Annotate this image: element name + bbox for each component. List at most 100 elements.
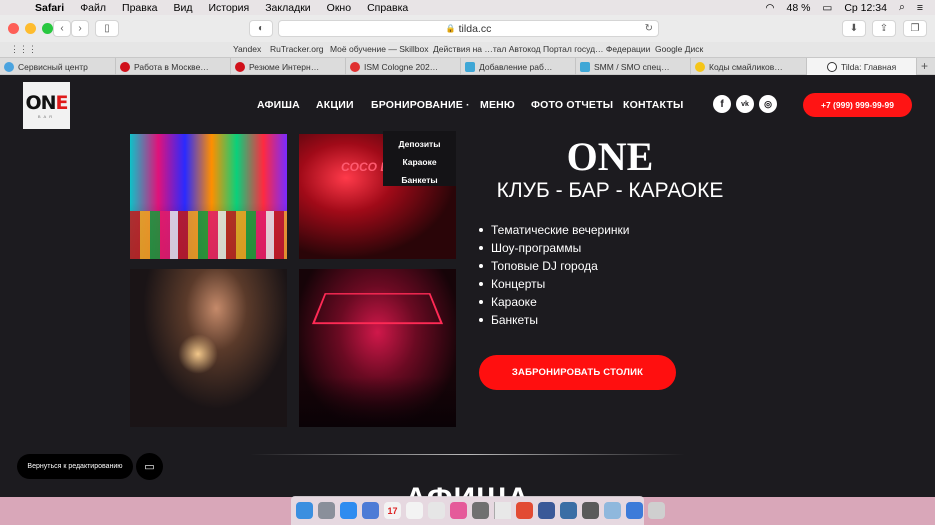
favorite-gosuslugi[interactable]: Портал госуд… Федерации: [543, 44, 650, 54]
privacy-shield-icon[interactable]: ◐: [249, 20, 273, 37]
battery-icon[interactable]: ▭: [822, 2, 832, 14]
bottles-shelf: [130, 211, 287, 259]
browser-toolbar: ‹ › ▯ ◐ 🔒 tilda.cc ↻ ⬇ ⇪ ❐: [0, 15, 935, 42]
tabs-overview-icon[interactable]: ❐: [903, 20, 927, 37]
menu-view[interactable]: Вид: [173, 2, 192, 14]
mail-icon[interactable]: [362, 502, 379, 519]
tab-ism-cologne[interactable]: ISM Cologne 202…: [346, 58, 461, 75]
menu-safari[interactable]: Safari: [35, 2, 64, 14]
vk-icon[interactable]: vk: [736, 95, 754, 113]
safari-icon[interactable]: [340, 502, 357, 519]
search-icon[interactable]: ⌕: [899, 1, 905, 14]
app-icon[interactable]: [538, 502, 555, 519]
menu-icon[interactable]: ≡: [917, 2, 923, 14]
dropdown-banquets[interactable]: Банкеты: [383, 175, 456, 185]
reload-icon[interactable]: ↻: [645, 23, 653, 34]
tab-label: Резюме Интерн…: [249, 61, 320, 72]
clock[interactable]: Ср 12:34: [844, 2, 887, 14]
reminders-icon[interactable]: [428, 502, 445, 519]
facebook-icon[interactable]: f: [713, 95, 731, 113]
new-tab-icon[interactable]: +: [921, 59, 928, 73]
finder-icon[interactable]: [296, 502, 313, 519]
logo-text: ONE: [25, 92, 69, 114]
tab-service-center[interactable]: Сервисный центр: [0, 58, 116, 75]
phone-button[interactable]: +7 (999) 999-99-99: [803, 93, 912, 117]
feature-item: Банкеты: [477, 311, 629, 329]
trash-icon[interactable]: [648, 502, 665, 519]
dropdown-karaoke[interactable]: Караоке: [383, 157, 456, 167]
window-controls: [8, 23, 59, 34]
nav-booking[interactable]: БРОНИРОВАНИЕ ·: [371, 99, 470, 111]
dock-separator: [494, 502, 511, 519]
preview-icon[interactable]: [560, 502, 577, 519]
tab-add-work[interactable]: Добавление раб…: [461, 58, 576, 75]
system-preferences-icon[interactable]: [472, 502, 489, 519]
tab-favicon: [465, 61, 475, 72]
address-bar[interactable]: 🔒 tilda.cc ↻: [278, 20, 659, 37]
menu-bookmarks[interactable]: Закладки: [265, 2, 310, 14]
tab-resume[interactable]: Резюме Интерн…: [231, 58, 346, 75]
documents-stack-icon[interactable]: [626, 502, 643, 519]
share-icon[interactable]: ⇪: [872, 20, 896, 37]
tab-favicon: [120, 61, 130, 72]
dropdown-deposits[interactable]: Депозиты: [383, 139, 456, 149]
launchpad-icon[interactable]: [318, 502, 335, 519]
nav-afisha[interactable]: АФИША: [257, 99, 300, 111]
apps-grid-icon[interactable]: ⋮⋮⋮: [10, 44, 37, 55]
zoom-window-button[interactable]: [42, 23, 53, 34]
favorites-bar: ⋮⋮⋮ Yandex RuTracker.org Моё обучение — …: [0, 42, 935, 57]
feature-item: Тематические вечеринки: [477, 221, 629, 239]
menu-history[interactable]: История: [208, 2, 249, 14]
tab-favicon: [695, 61, 705, 72]
nav-akcii[interactable]: АКЦИИ: [316, 99, 354, 111]
tab-tilda-home[interactable]: Tilda: Главная: [807, 58, 917, 75]
nav-photo-reports[interactable]: ФОТО ОТЧЕТЫ: [531, 99, 613, 111]
favorite-yandex[interactable]: Yandex: [233, 44, 261, 54]
downloads-stack-icon[interactable]: [604, 502, 621, 519]
favorite-google-disk[interactable]: Google Диск: [655, 44, 703, 54]
photos-icon[interactable]: [450, 502, 467, 519]
safari-window: ‹ › ▯ ◐ 🔒 tilda.cc ↻ ⬇ ⇪ ❐ ⋮⋮⋮ Yandex Ru…: [0, 15, 935, 497]
menu-edit[interactable]: Правка: [122, 2, 157, 14]
photo-party-guests: [130, 269, 287, 427]
chrome-icon[interactable]: [516, 502, 533, 519]
nav-contacts[interactable]: КОНТАКТЫ: [623, 99, 683, 111]
favorite-avtokod[interactable]: Действия на …тал Автокод: [433, 44, 541, 54]
notes-icon[interactable]: [406, 502, 423, 519]
book-table-button[interactable]: ЗАБРОНИРОВАТЬ СТОЛИК: [479, 355, 676, 390]
nav-menu[interactable]: МЕНЮ: [480, 99, 515, 111]
menu-file[interactable]: Файл: [80, 2, 106, 14]
menu-window[interactable]: Окно: [327, 2, 351, 14]
utility-icon[interactable]: [582, 502, 599, 519]
tab-favicon: [827, 61, 837, 72]
close-window-button[interactable]: [8, 23, 19, 34]
instagram-icon[interactable]: ◎: [759, 95, 777, 113]
favorite-skillbox[interactable]: Моё обучение — Skillbox: [330, 44, 429, 54]
drink-glow: [178, 334, 218, 374]
lock-icon: 🔒: [445, 24, 456, 33]
forward-button[interactable]: ›: [71, 20, 89, 37]
photo-club-hall: [299, 269, 456, 427]
tab-smileys[interactable]: Коды смайликов…: [691, 58, 807, 75]
logo-subtext: BAR: [37, 114, 56, 119]
calendar-icon[interactable]: 17: [384, 502, 401, 519]
tab-work-moscow[interactable]: Работа в Москве…: [116, 58, 231, 75]
monitor-icon[interactable]: ▭: [136, 453, 163, 480]
menu-help[interactable]: Справка: [367, 2, 408, 14]
features-list: Тематические вечеринки Шоу-программы Топ…: [477, 221, 629, 329]
feature-item: Шоу-программы: [477, 239, 629, 257]
downloads-icon[interactable]: ⬇: [842, 20, 866, 37]
wifi-icon[interactable]: ◠: [765, 2, 774, 14]
booking-dropdown: Депозиты Караоке Банкеты: [383, 131, 456, 186]
favorite-rutracker[interactable]: RuTracker.org: [270, 44, 324, 54]
tab-smm[interactable]: SMM / SMO спец…: [576, 58, 691, 75]
back-button[interactable]: ‹: [53, 20, 71, 37]
logo-text-b: E: [55, 92, 69, 114]
tab-label: Работа в Москве…: [134, 61, 209, 72]
site-logo[interactable]: ONE BAR: [23, 82, 70, 129]
macos-dock: 17: [291, 496, 665, 525]
minimize-window-button[interactable]: [25, 23, 36, 34]
tab-label: Коды смайликов…: [709, 61, 783, 72]
return-to-editing-button[interactable]: Вернуться к редактированию: [17, 454, 133, 479]
sidebar-toggle-icon[interactable]: ▯: [95, 20, 119, 37]
